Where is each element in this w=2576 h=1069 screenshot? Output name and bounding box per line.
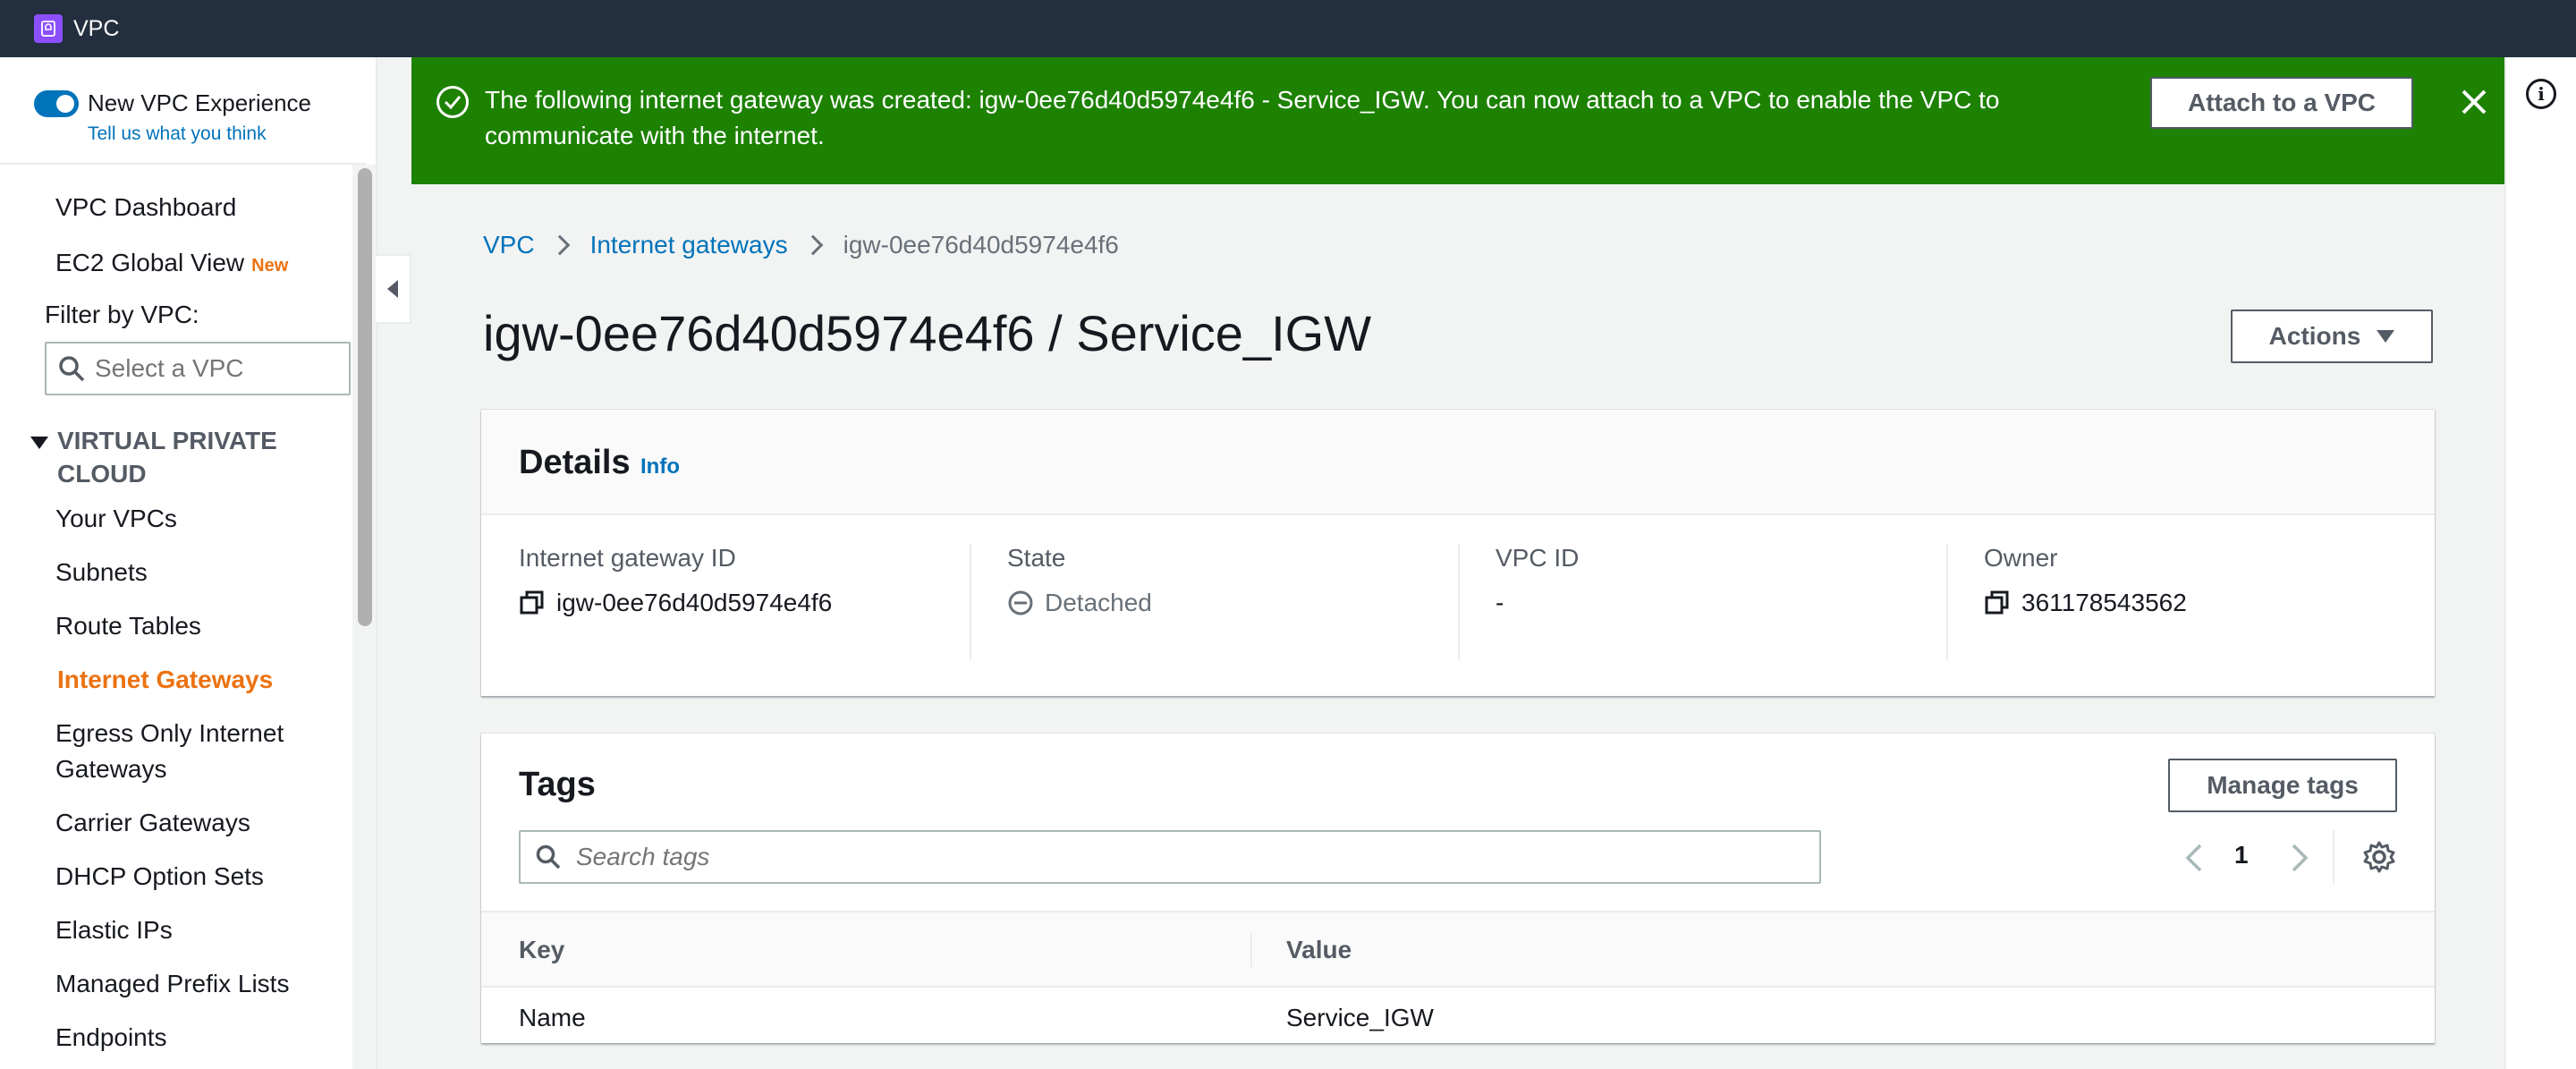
vpc-filter-input[interactable] (95, 354, 336, 383)
top-navigation-bar: VPC (0, 0, 2576, 57)
breadcrumb-current: igw-0ee76d40d5974e4f6 (843, 231, 1119, 259)
detail-owner: Owner 361178543562 (1984, 544, 2187, 617)
sidebar-item-route-tables[interactable]: Route Tables (55, 608, 201, 644)
search-icon (59, 356, 85, 382)
chevron-left-icon[interactable] (2181, 843, 2207, 873)
copy-icon[interactable] (1984, 590, 2011, 616)
state-value: Detached (1045, 589, 1152, 616)
column-header-value[interactable]: Value (1286, 936, 1352, 964)
filter-by-vpc-label: Filter by VPC: (45, 301, 199, 328)
copy-icon[interactable] (519, 590, 546, 616)
detail-label: VPC ID (1496, 544, 1580, 572)
sidebar-item-dhcp-option-sets[interactable]: DHCP Option Sets (55, 859, 264, 895)
page-title: igw-0ee76d40d5974e4f6 / Service_IGW (483, 305, 1372, 361)
check-circle-icon (436, 86, 469, 118)
sidebar-item-vpc-dashboard[interactable]: VPC Dashboard (55, 190, 236, 225)
tags-table-header: Key Value (481, 911, 2435, 988)
vpc-id-value: - (1496, 589, 1504, 616)
sidebar-item-label: EC2 Global View (55, 249, 245, 276)
sidebar-item-endpoints[interactable]: Endpoints (55, 1020, 167, 1056)
collapse-left-icon (387, 280, 398, 298)
tags-title: Tags (519, 766, 596, 803)
detail-label: State (1007, 544, 1066, 572)
sidebar-divider (0, 163, 367, 165)
new-vpc-experience-toggle-row: New VPC Experience (34, 89, 311, 117)
manage-tags-button[interactable]: Manage tags (2168, 759, 2397, 812)
chevron-right-icon (802, 234, 823, 256)
tag-search-box[interactable] (519, 830, 1821, 884)
detail-label: Owner (1984, 544, 2058, 572)
breadcrumb-internet-gateways[interactable]: Internet gateways (590, 231, 788, 259)
tag-value-cell: Service_IGW (1286, 1004, 1434, 1031)
close-icon[interactable] (2458, 86, 2490, 118)
feedback-link[interactable]: Tell us what you think (88, 123, 267, 145)
column-divider (970, 544, 971, 660)
section-virtual-private-cloud[interactable]: VIRTUAL PRIVATE CLOUD (30, 424, 308, 490)
stopped-status-icon (1008, 590, 1033, 615)
collapse-sidebar-button[interactable] (376, 254, 411, 324)
sidebar-item-subnets[interactable]: Subnets (55, 555, 148, 590)
column-divider (1250, 932, 1252, 968)
new-vpc-experience-toggle[interactable] (34, 89, 79, 117)
sidebar-item-elastic-ips[interactable]: Elastic IPs (55, 912, 173, 948)
info-link[interactable]: Info (640, 454, 680, 479)
column-header-key[interactable]: Key (519, 936, 564, 964)
sidebar-item-your-vpcs[interactable]: Your VPCs (55, 501, 177, 537)
chevron-right-icon[interactable] (2286, 843, 2313, 873)
tag-key-cell: Name (519, 1004, 586, 1031)
sidebar-item-ec2-global-view[interactable]: EC2 Global View New (55, 245, 288, 284)
service-title[interactable]: VPC (73, 16, 119, 42)
tag-search-input[interactable] (576, 843, 1810, 871)
help-panel-rail: i (2504, 57, 2576, 1069)
success-flash-banner: The following internet gateway was creat… (411, 57, 2504, 184)
flash-message: The following internet gateway was creat… (485, 86, 2000, 149)
pagination-divider (2333, 830, 2334, 884)
detail-internet-gateway-id: Internet gateway ID igw-0ee76d40d5974e4f… (519, 544, 832, 617)
detail-vpc-id: VPC ID - (1496, 544, 1579, 617)
detail-value: igw-0ee76d40d5974e4f6 (519, 589, 832, 617)
detail-label: Internet gateway ID (519, 544, 736, 572)
tags-panel: Tags Manage tags 1 Key Value Name Servic… (481, 734, 2435, 1043)
sidebar-scrollbar-thumb[interactable] (358, 168, 372, 626)
sidebar-item-carrier-gateways[interactable]: Carrier Gateways (55, 805, 250, 841)
gear-icon[interactable] (2361, 839, 2397, 875)
sidebar-item-managed-prefix-lists[interactable]: Managed Prefix Lists (55, 966, 289, 1002)
info-icon[interactable]: i (2526, 79, 2556, 109)
detail-state: State Detached (1007, 544, 1152, 617)
column-divider (1946, 544, 1948, 660)
detail-value: 361178543562 (1984, 589, 2187, 617)
details-panel: Details Info Internet gateway ID igw-0ee… (481, 410, 2435, 696)
breadcrumb-vpc[interactable]: VPC (483, 231, 535, 259)
actions-label: Actions (2268, 322, 2361, 350)
column-divider (1458, 544, 1460, 660)
new-badge: New (251, 256, 289, 276)
internet-gateway-id-value: igw-0ee76d40d5974e4f6 (556, 589, 833, 616)
breadcrumb: VPC Internet gateways igw-0ee76d40d5974e… (483, 231, 1119, 259)
attach-to-vpc-button[interactable]: Attach to a VPC (2150, 77, 2413, 129)
actions-dropdown-button[interactable]: Actions (2231, 310, 2433, 363)
detail-value: Detached (1007, 589, 1152, 617)
sidebar-item-internet-gateways[interactable]: Internet Gateways (57, 662, 273, 698)
vpc-filter-select[interactable] (45, 342, 351, 395)
caret-down-icon (2377, 330, 2395, 343)
details-header: Details Info (481, 410, 2435, 515)
toggle-label: New VPC Experience (88, 89, 311, 116)
details-title: Details (519, 444, 631, 481)
section-title: VIRTUAL PRIVATE CLOUD (57, 427, 277, 488)
sidebar-item-egress-only-internet-gateways[interactable]: Egress Only Internet Gateways (55, 716, 324, 787)
pagination-current-page[interactable]: 1 (2234, 841, 2249, 870)
sidebar-navigation: New VPC Experience Tell us what you thin… (0, 57, 377, 1069)
owner-value: 361178543562 (2021, 589, 2187, 616)
chevron-right-icon (549, 234, 570, 256)
caret-down-icon (30, 437, 48, 449)
search-icon (536, 844, 561, 870)
vpc-service-icon[interactable] (34, 14, 63, 43)
